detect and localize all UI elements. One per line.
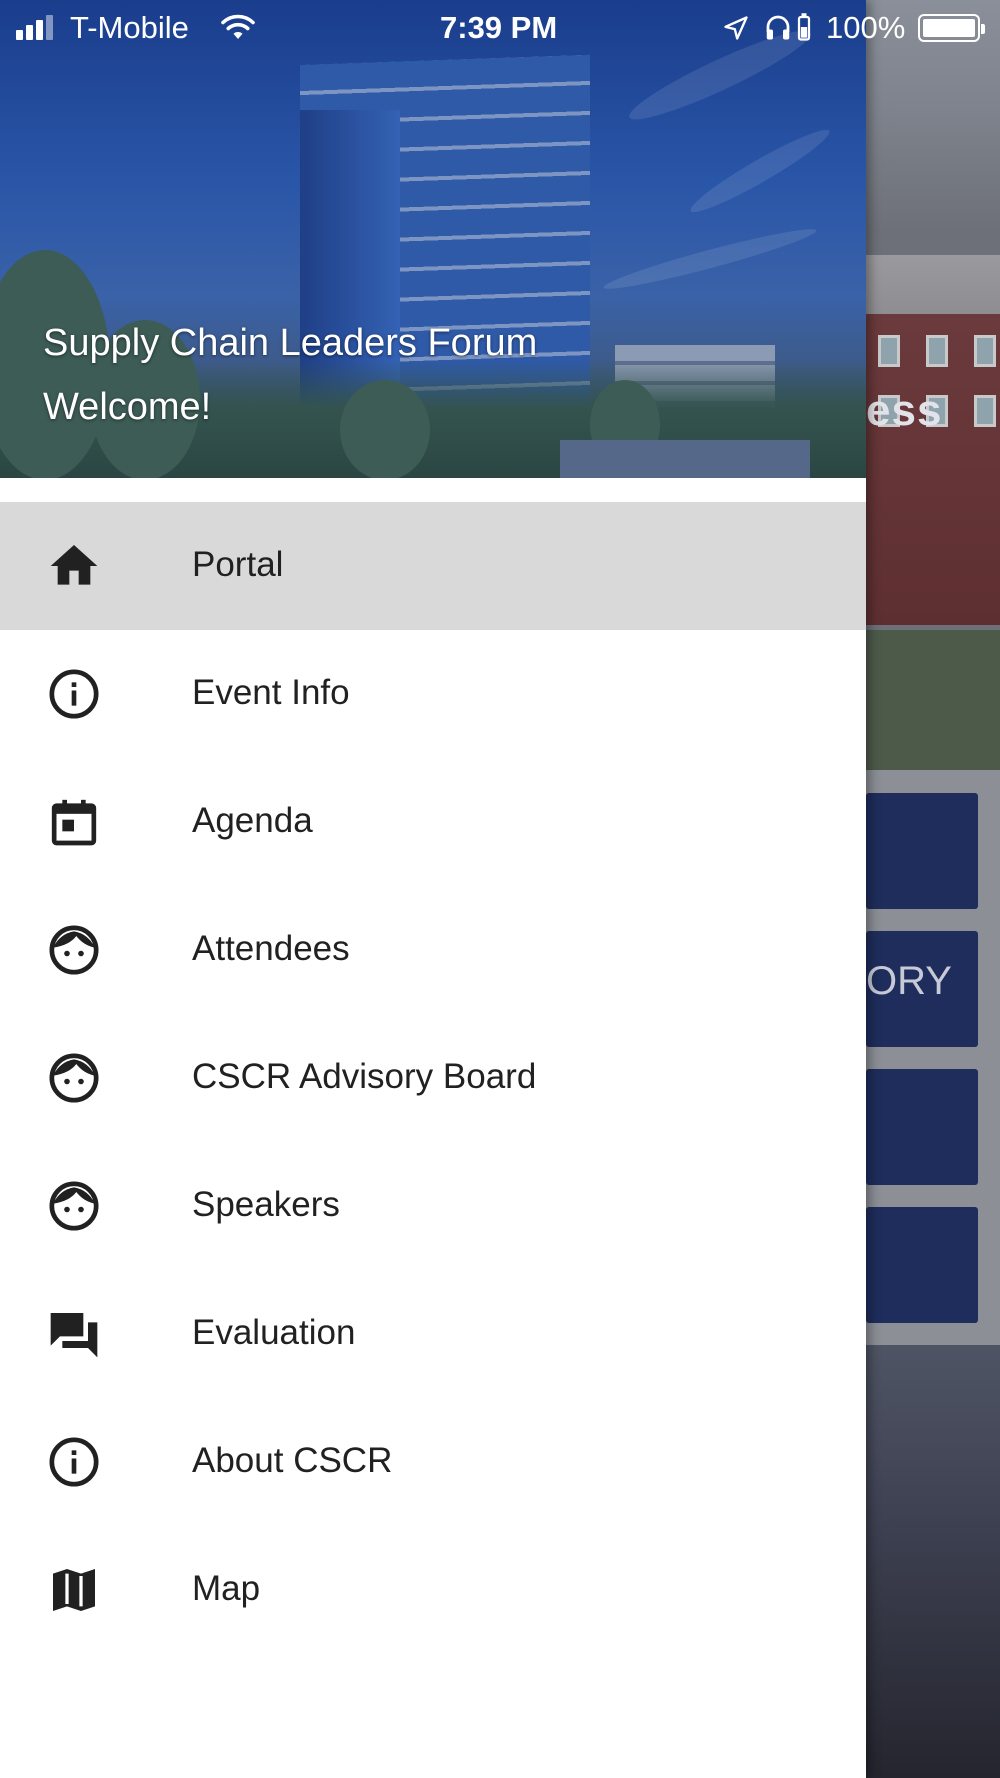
background-hero-text: ess [866,386,943,435]
map-icon [53,1569,95,1611]
navigation-drawer: Supply Chain Leaders Forum Welcome! Port… [0,0,866,1778]
menu-item-agenda[interactable]: Agenda [0,758,866,886]
menu-item-label: Speakers [192,1185,340,1224]
info-icon [49,669,99,719]
clock: 7:39 PM [440,10,558,45]
menu-item-label: Event Info [192,673,350,712]
drawer-title: Supply Chain Leaders Forum [43,322,538,364]
menu-item-evaluation[interactable]: Evaluation [0,1270,866,1398]
device-battery-icon [797,13,811,41]
menu-item-label: Agenda [192,801,313,840]
cellular-signal-icon [16,14,60,40]
background-tile[interactable] [866,793,978,909]
menu-item-about-cscr[interactable]: About CSCR [0,1398,866,1526]
background-tile[interactable] [866,1069,978,1185]
menu-item-label: Portal [192,545,284,584]
menu-item-cscr-advisory-board[interactable]: CSCR Advisory Board [0,1014,866,1142]
menu-item-label: Evaluation [192,1313,356,1352]
menu-item-speakers[interactable]: Speakers [0,1142,866,1270]
menu-item-label: CSCR Advisory Board [192,1057,537,1096]
menu-item-attendees[interactable]: Attendees [0,886,866,1014]
menu-item-event-info[interactable]: Event Info [0,630,866,758]
battery-percent: 100% [826,10,906,45]
info-icon [49,1437,99,1487]
battery-icon [918,14,985,42]
home-icon [50,545,98,585]
status-bar: T-Mobile 7:39 PM 100% [0,0,1000,56]
face-icon [49,1181,99,1231]
location-arrow-icon [724,16,748,40]
calendar-icon [51,799,97,846]
background-tile[interactable]: ORY [866,931,978,1047]
drawer-menu: Portal Event Info Agenda Attendees CSCR … [0,502,866,1654]
menu-item-label: Attendees [192,929,350,968]
wifi-icon [221,14,255,39]
face-icon [49,925,99,975]
face-icon [49,1053,99,1103]
carrier-name: T-Mobile [70,10,189,45]
background-lawn [866,630,1000,770]
background-tile[interactable] [866,1207,978,1323]
background-tile-label: ORY [866,959,952,1003]
drawer-subtitle: Welcome! [43,386,212,428]
background-photo [866,1345,1000,1778]
menu-item-map[interactable]: Map [0,1526,866,1654]
headphones-icon [766,15,790,40]
drawer-header: Supply Chain Leaders Forum Welcome! [0,0,866,478]
background-building-image [866,255,1000,625]
menu-item-label: Map [192,1569,261,1608]
menu-item-label: About CSCR [192,1441,393,1480]
menu-item-portal[interactable]: Portal [0,502,866,630]
forum-icon [50,1313,98,1358]
